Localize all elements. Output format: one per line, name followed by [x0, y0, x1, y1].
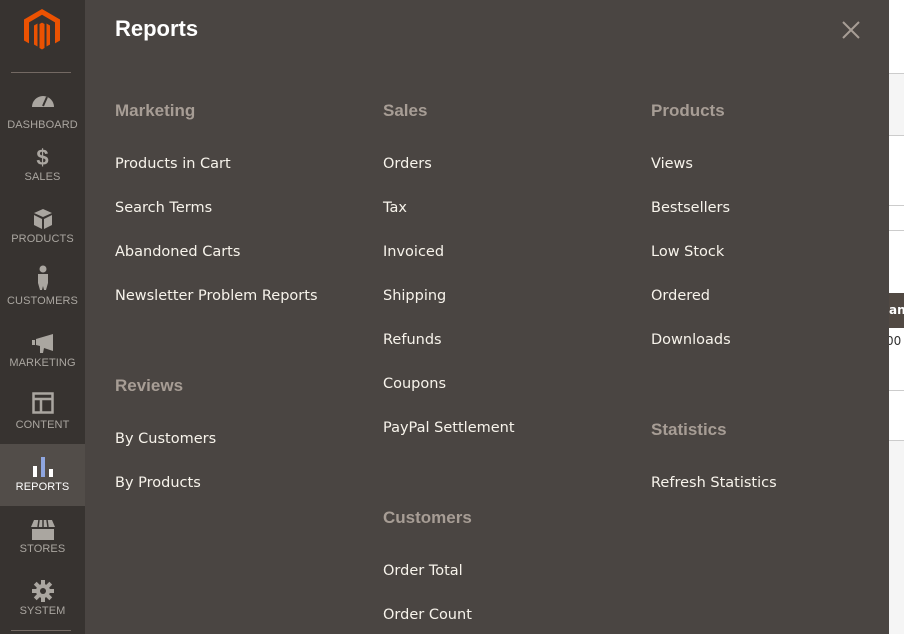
menu-link[interactable]: Refunds	[383, 330, 442, 350]
nav-sales[interactable]: $ SALES	[0, 144, 85, 206]
menu-link[interactable]: Refresh Statistics	[651, 473, 777, 493]
menu-link[interactable]: Coupons	[383, 374, 446, 394]
dollar-icon: $	[36, 145, 49, 170]
divider	[889, 440, 904, 441]
panel-title: Reports	[115, 16, 199, 41]
nav-label: PRODUCTS	[11, 233, 74, 245]
nav-label: DASHBOARD	[7, 119, 78, 131]
box-icon	[33, 209, 52, 229]
divider	[889, 135, 904, 136]
menu-link[interactable]: Order Count	[383, 605, 472, 625]
nav-label: CUSTOMERS	[7, 295, 78, 307]
menu-link[interactable]: Orders	[383, 154, 432, 174]
divider	[11, 72, 71, 73]
close-icon	[842, 21, 860, 39]
nav-marketing[interactable]: MARKETING	[0, 330, 85, 392]
menu-link[interactable]: By Customers	[115, 429, 216, 449]
menu-link[interactable]: Search Terms	[115, 198, 212, 218]
nav-products[interactable]: PRODUCTS	[0, 206, 85, 268]
admin-sidebar: DASHBOARD $ SALES PRODUCTS CUSTOMERS MAR…	[0, 0, 85, 634]
background-page: an 00	[889, 0, 904, 634]
nav-reports[interactable]: REPORTS	[0, 444, 85, 506]
menu-link[interactable]: Low Stock	[651, 242, 724, 262]
divider	[889, 205, 904, 206]
nav-label: MARKETING	[9, 357, 76, 369]
menu-link[interactable]: Newsletter Problem Reports	[115, 286, 318, 306]
magento-logo[interactable]	[24, 9, 60, 55]
layout-icon	[31, 392, 54, 414]
megaphone-icon	[31, 334, 53, 353]
storefront-icon	[30, 520, 55, 540]
nav-customers[interactable]: CUSTOMERS	[0, 265, 85, 330]
section-heading: Sales	[383, 101, 428, 120]
gray-band	[889, 74, 904, 135]
gray-band	[889, 441, 904, 634]
section-heading: Marketing	[115, 101, 196, 120]
nav-dashboard[interactable]: DASHBOARD	[0, 82, 85, 144]
table-header-fragment: an	[889, 293, 904, 328]
divider	[889, 230, 904, 231]
menu-link[interactable]: Order Total	[383, 561, 463, 581]
dashboard-gauge-icon	[31, 96, 54, 107]
menu-link[interactable]: Views	[651, 154, 693, 174]
menu-link[interactable]: Bestsellers	[651, 198, 730, 218]
close-button[interactable]	[840, 19, 862, 41]
reports-menu-panel: Reports Marketing Products in Cart Search …	[85, 0, 889, 634]
menu-link[interactable]: Tax	[383, 198, 407, 218]
person-icon	[37, 265, 48, 290]
menu-link[interactable]: Shipping	[383, 286, 446, 306]
menu-link[interactable]: By Products	[115, 473, 201, 493]
menu-link[interactable]: Abandoned Carts	[115, 242, 240, 262]
section-heading: Statistics	[651, 420, 727, 439]
section-heading: Reviews	[115, 376, 184, 395]
menu-link[interactable]: PayPal Settlement	[383, 418, 515, 438]
gear-icon	[31, 580, 54, 602]
nav-stores[interactable]: STORES	[0, 516, 85, 578]
divider	[11, 630, 71, 631]
section-heading: Products	[651, 101, 725, 120]
section-heading: Customers	[383, 508, 472, 527]
divider	[889, 390, 904, 391]
bar-chart-icon	[32, 457, 53, 477]
nav-label: REPORTS	[15, 481, 70, 493]
table-cell-fragment: 00	[889, 334, 902, 348]
nav-label: SALES	[24, 171, 61, 183]
menu-link[interactable]: Products in Cart	[115, 154, 231, 174]
menu-link[interactable]: Downloads	[651, 330, 731, 350]
nav-label: SYSTEM	[19, 605, 66, 617]
nav-label: STORES	[19, 543, 66, 555]
nav-label: CONTENT	[15, 419, 70, 431]
menu-link[interactable]: Invoiced	[383, 242, 444, 262]
menu-link[interactable]: Ordered	[651, 286, 710, 306]
